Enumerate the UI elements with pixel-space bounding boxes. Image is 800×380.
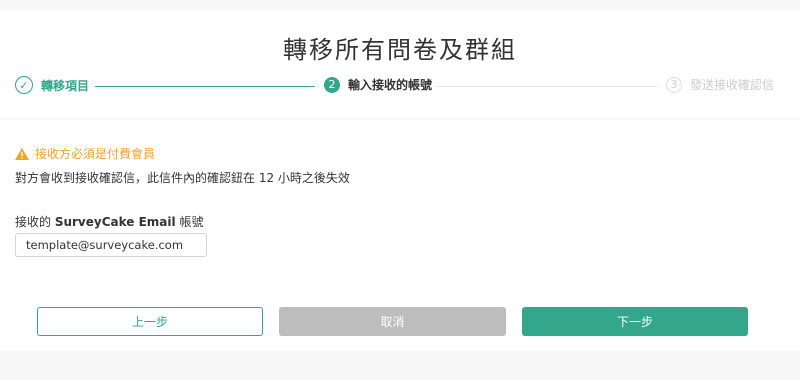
step-label: 發送接收確認信 [690, 78, 775, 92]
warning-icon [15, 147, 29, 160]
page-header: 轉移所有問卷及群組 ✓ 轉移項目 2 輸入接收的帳號 3 發送接收確認信 [0, 10, 800, 118]
confirmation-description: 對方會收到接收確認信，此信件內的確認鈕在 12 小時之後失效 [15, 171, 350, 185]
previous-step-button[interactable]: 上一步 [37, 307, 263, 336]
label-prefix: 接收的 [15, 215, 55, 229]
label-suffix: 帳號 [175, 215, 204, 229]
progress-line-complete [95, 86, 315, 87]
warning-text: 接收方必須是付費會員 [35, 147, 156, 161]
step-number-badge: 2 [324, 76, 340, 93]
top-background [0, 0, 800, 10]
warning-notice: 接收方必須是付費會員 [15, 145, 155, 162]
step-transfer-items: ✓ 轉移項目 [15, 76, 89, 94]
action-footer: 上一步 取消 下一步 [0, 288, 800, 351]
form-content: 接收方必須是付費會員 對方會收到接收確認信，此信件內的確認鈕在 12 小時之後失… [0, 120, 800, 288]
page-title: 轉移所有問卷及群組 [283, 36, 517, 64]
step-label: 輸入接收的帳號 [348, 78, 433, 92]
email-field-label: 接收的 SurveyCake Email 帳號 [15, 213, 203, 230]
check-icon: ✓ [15, 76, 33, 94]
step-label: 轉移項目 [41, 78, 90, 93]
label-brand: SurveyCake Email [54, 215, 176, 229]
step-send-confirmation: 3 發送接收確認信 [666, 76, 774, 93]
progress-line-pending [437, 86, 657, 87]
next-step-button[interactable]: 下一步 [522, 307, 748, 336]
cancel-button[interactable]: 取消 [279, 307, 506, 336]
email-field[interactable] [15, 233, 207, 257]
step-number-badge: 3 [666, 76, 682, 93]
bottom-background [0, 351, 800, 380]
step-enter-account: 2 輸入接收的帳號 [324, 76, 432, 93]
